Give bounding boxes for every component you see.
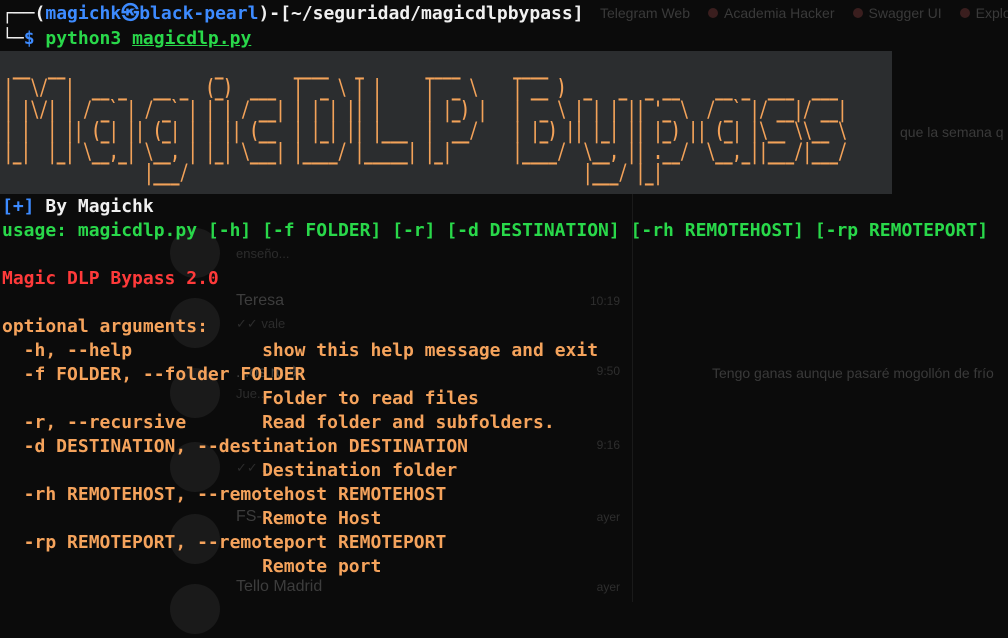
- author-line: [+] By Magichk: [2, 196, 154, 218]
- command-name: python3: [45, 28, 122, 49]
- terminal-window[interactable]: ┌──(magichk㉿black-pearl)-[~/seguridad/ma…: [0, 0, 1008, 602]
- info-tag: [+]: [2, 196, 35, 217]
- argument-row: Destination folder: [262, 460, 458, 481]
- author-text: By Magichk: [34, 196, 154, 217]
- prompt-line: ┌──(magichk㉿black-pearl)-[~/seguridad/ma…: [2, 3, 584, 24]
- argument-row: -rp REMOTEPORT, --remoteport REMOTEPORT: [2, 532, 447, 553]
- ascii-art-banner: __ __ _ ____ _ ____ ____ | \/ | __ _ __ …: [0, 51, 892, 194]
- argument-row: Remote port: [262, 556, 382, 577]
- version-title: Magic DLP Bypass 2.0: [2, 268, 219, 289]
- argument-row: Remote Host: [262, 508, 382, 529]
- kali-icon: ㉿: [121, 3, 140, 24]
- argument-row: -f FOLDER, --folder FOLDER: [2, 364, 306, 385]
- prompt-path: ~/seguridad/magicdlpbypass: [290, 3, 573, 24]
- command-line[interactable]: └─$ python3 magicdlp.py: [2, 28, 251, 50]
- argument-row: -rh REMOTEHOST, --remotehost REMOTEHOST: [2, 484, 447, 505]
- argument-row: Folder to read files: [262, 388, 479, 409]
- prompt-user: magichk: [45, 3, 122, 24]
- usage-line: usage: magicdlp.py [-h] [-f FOLDER] [-r]…: [2, 220, 989, 241]
- prompt-host: black-pearl: [139, 3, 259, 24]
- argument-row: -r, --recursive Read folder and subfolde…: [2, 412, 555, 433]
- argument-row: -d DESTINATION, --destination DESTINATIO…: [2, 436, 468, 457]
- banner-art: __ __ _ ____ _ ____ ____ | \/ | __ _ __ …: [4, 54, 847, 187]
- section-heading: optional arguments:: [2, 316, 208, 337]
- command-argument: magicdlp.py: [132, 28, 252, 49]
- argument-row: -h, --help show this help message and ex…: [2, 340, 599, 361]
